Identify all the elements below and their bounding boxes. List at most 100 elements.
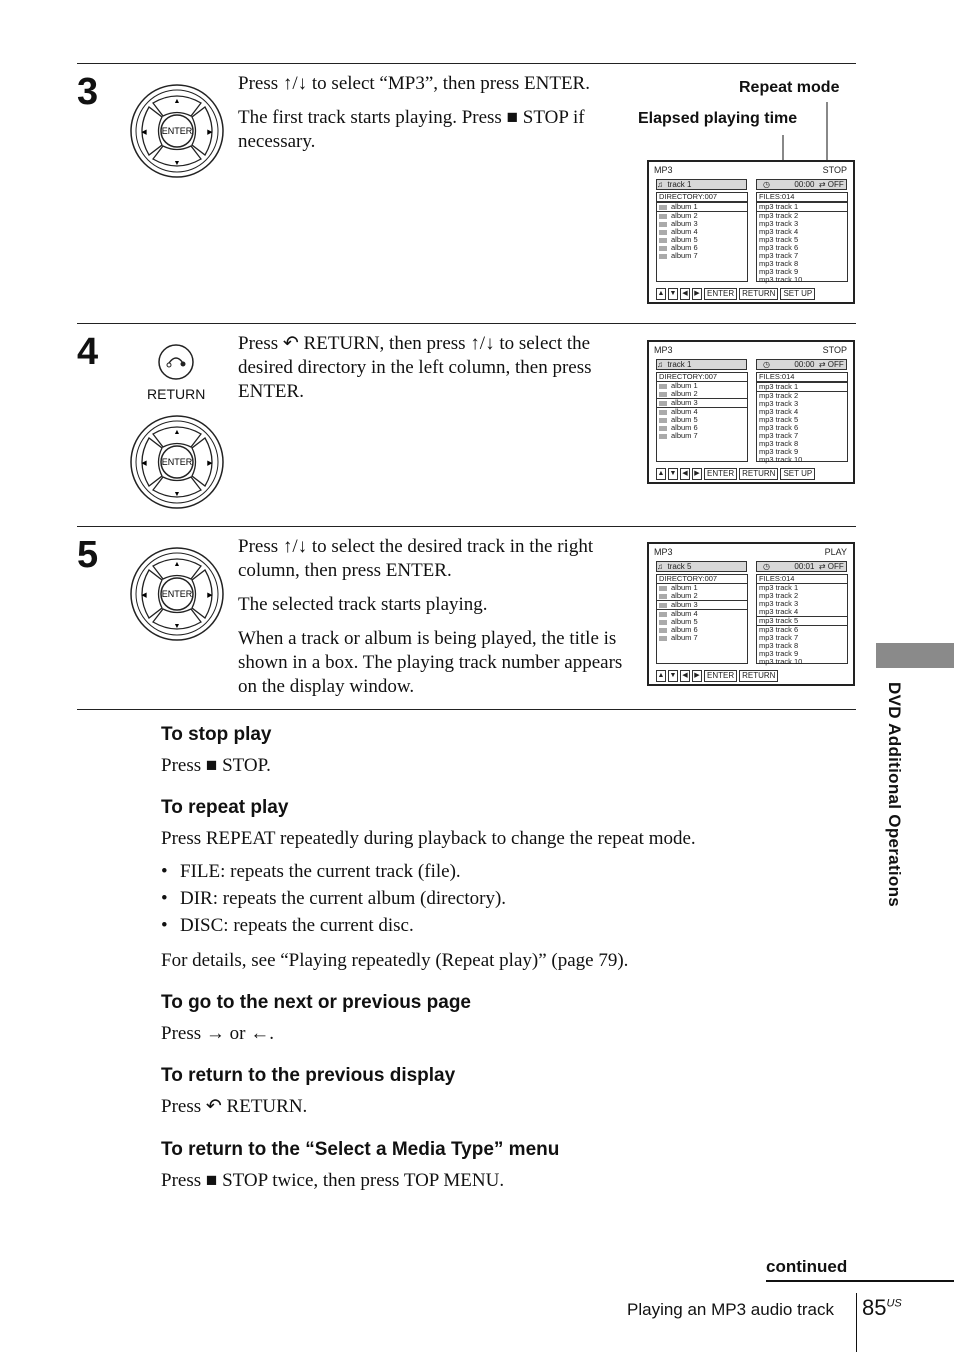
- side-tab-marker: [876, 643, 954, 668]
- repeat-mode-callout: Repeat mode: [739, 79, 840, 96]
- enter-wheel-icon: ENTER ▲ ▼ ◀ ▶: [130, 84, 224, 178]
- right-arrow-icon: ▶: [692, 288, 702, 300]
- screen-title: MP3: [654, 547, 673, 557]
- step-number: 3: [77, 71, 99, 113]
- svg-text:▲: ▲: [174, 97, 181, 105]
- folder-icon: [659, 627, 667, 633]
- screen-status: STOP: [822, 345, 847, 355]
- step-number: 4: [77, 331, 99, 373]
- album-row: album 7: [657, 634, 747, 642]
- svg-text:▼: ▼: [174, 159, 181, 167]
- track-row: mp3 track 4: [759, 607, 799, 616]
- divider: [77, 63, 856, 64]
- album-row: album 7: [657, 432, 747, 440]
- section-heading: To go to the next or previous page: [161, 992, 472, 1013]
- left-arrow-icon: ◀: [680, 670, 690, 682]
- svg-text:▶: ▶: [207, 128, 213, 136]
- screen-button: SET UP: [780, 468, 816, 480]
- folder-icon: [659, 635, 667, 641]
- folder-icon: [659, 409, 667, 415]
- svg-text:ENTER: ENTER: [162, 126, 193, 136]
- return-button-icon: [158, 344, 194, 380]
- folder-icon: [659, 391, 667, 397]
- left-arrow-icon: ◀: [680, 468, 690, 480]
- list-item: • FILE: repeats the current track (file).: [161, 861, 461, 882]
- music-note-icon: ♫: [657, 562, 663, 571]
- step-4-instructions: Press ↶ RETURN, then press ↑/↓ to select…: [238, 333, 592, 402]
- elapsed-time-callout: Elapsed playing time: [638, 110, 798, 127]
- folder-icon: [659, 433, 667, 439]
- up-arrow-icon: ▲: [656, 288, 666, 300]
- svg-text:▼: ▼: [174, 622, 181, 630]
- track-row: mp3 track 10: [759, 455, 803, 464]
- directory-panel: DIRECTORY:007 album 1 album 2 album 3 album …: [656, 574, 748, 664]
- enter-wheel-icon: ENTER ▲ ▼ ◀ ▶: [130, 415, 224, 509]
- screen-button: RETURN: [739, 468, 779, 480]
- track-bar: ♫ track 1: [656, 359, 747, 370]
- album-row: album 2: [657, 390, 747, 398]
- step-5-instructions: Press ↑/↓ to select the desired track in…: [238, 536, 623, 697]
- clock-icon: ◷: [763, 562, 770, 571]
- svg-text:◀: ◀: [141, 128, 147, 136]
- section-text: Press REPEAT repeatedly during playback …: [161, 828, 696, 849]
- folder-icon: [659, 602, 667, 608]
- screen-title: MP3: [654, 165, 673, 175]
- screen-button: ENTER: [704, 468, 738, 480]
- svg-text:ENTER: ENTER: [162, 589, 193, 599]
- svg-text:ENTER: ENTER: [162, 457, 193, 467]
- list-item: • DISC: repeats the current disc.: [161, 915, 414, 936]
- section-text: Press ↶ RETURN.: [161, 1096, 308, 1117]
- folder-icon: [659, 619, 667, 625]
- step-3-instructions: Press ↑/↓ to select “MP3”, then press EN…: [238, 73, 590, 152]
- section-text: Press ■ STOP.: [161, 755, 271, 776]
- screen-button: ENTER: [704, 288, 738, 300]
- repeat-icon: ⇄: [818, 360, 826, 369]
- continued-label: continued: [766, 1257, 848, 1276]
- folder-icon: [659, 593, 667, 599]
- folder-icon: [659, 245, 667, 251]
- divider: [856, 1293, 857, 1352]
- clock-icon: ◷: [763, 360, 770, 369]
- track-bar: ♫ track 1: [656, 179, 747, 190]
- svg-text:▲: ▲: [174, 560, 181, 568]
- footer-section-title: Playing an MP3 audio track: [627, 1300, 834, 1319]
- screen-button: ENTER: [704, 670, 738, 682]
- track-bar: ♫ track 5: [656, 561, 747, 572]
- side-tab-label: DVD Additional Operations: [885, 682, 904, 908]
- svg-text:◀: ◀: [141, 459, 147, 467]
- mp3-screen-step-4: MP3 STOP ♫ track 1 ◷ 00:00 ⇄ OFF DIRECTOR…: [647, 340, 855, 484]
- mp3-screen-step-5: MP3 PLAY ♫ track 5 ◷ 00:01 ⇄ OFF DIRECTOR…: [647, 542, 855, 686]
- time-bar: ◷ 00:00 ⇄ OFF: [756, 359, 847, 370]
- screen-button: RETURN: [739, 288, 779, 300]
- list-item: • DIR: repeats the current album (directo…: [161, 888, 507, 909]
- divider: [77, 323, 856, 324]
- screen-title: MP3: [654, 345, 673, 355]
- section-text: For details, see “Playing repeatedly (Re…: [161, 950, 629, 971]
- section-heading: To return to the “Select a Media Type” m…: [161, 1139, 560, 1160]
- folder-icon: [659, 253, 667, 259]
- files-panel: FILES:014 mp3 track 1 mp3 track 2 mp3 track…: [756, 372, 848, 464]
- screen-status: PLAY: [824, 547, 847, 557]
- album-row: album 7: [657, 252, 747, 260]
- folder-icon: [659, 417, 667, 423]
- album-row: album 2: [657, 592, 747, 600]
- folder-icon: [659, 383, 667, 389]
- repeat-icon: ⇄: [818, 562, 826, 571]
- svg-text:▼: ▼: [174, 490, 181, 498]
- enter-wheel-icon: ENTER ▲ ▼ ◀ ▶: [130, 547, 224, 641]
- down-arrow-icon: ▼: [668, 670, 678, 682]
- mp3-screen-step-3: MP3 STOP ♫ track 1 ◷ 00:00 ⇄ OFF DIRECTOR…: [647, 160, 855, 304]
- folder-icon: [659, 221, 667, 227]
- svg-text:▶: ▶: [207, 591, 213, 599]
- track-row: mp3 track 10: [759, 275, 803, 284]
- directory-panel: DIRECTORY:007 album 1 album 2 album 3 album …: [656, 192, 748, 282]
- section-heading: To return to the previous display: [161, 1065, 456, 1086]
- divider: [766, 1280, 954, 1282]
- section-heading: To repeat play: [161, 797, 289, 818]
- music-note-icon: ♫: [657, 180, 663, 189]
- return-label: RETURN: [147, 386, 206, 402]
- left-arrow-icon: ◀: [680, 288, 690, 300]
- divider: [77, 526, 856, 527]
- svg-text:▲: ▲: [174, 428, 181, 436]
- folder-icon: [659, 204, 667, 210]
